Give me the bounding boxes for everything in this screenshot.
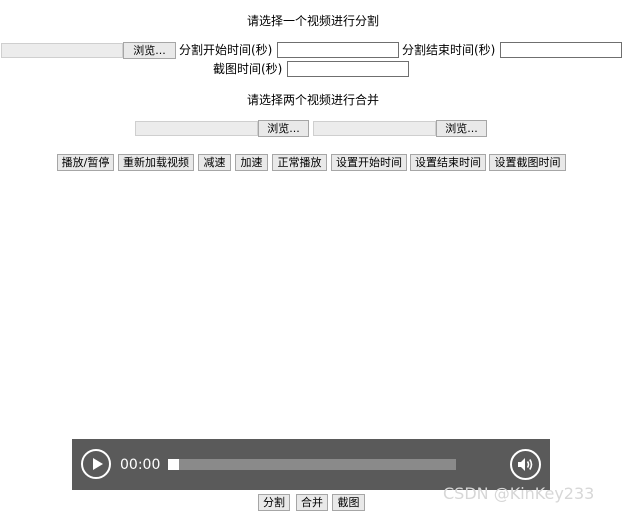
play-icon[interactable]: [81, 449, 111, 479]
set-start-time-button[interactable]: 设置开始时间: [331, 154, 407, 171]
merge-file2-path[interactable]: [313, 121, 436, 136]
merge-browse2-button[interactable]: 浏览...: [436, 120, 487, 137]
split-start-label: 分割开始时间(秒): [179, 43, 273, 57]
split-start-input[interactable]: [277, 42, 399, 58]
slow-down-button[interactable]: 减速: [198, 154, 231, 171]
split-browse-button[interactable]: 浏览...: [123, 42, 176, 59]
split-file-path[interactable]: [1, 43, 123, 58]
split-section-title: 请选择一个视频进行分割: [246, 14, 379, 28]
current-time: 00:00: [120, 457, 161, 473]
split-end-label: 分割结束时间(秒): [402, 43, 496, 57]
reload-video-button[interactable]: 重新加载视频: [118, 154, 194, 171]
seek-thumb[interactable]: [168, 459, 179, 470]
merge-section-title: 请选择两个视频进行合并: [246, 93, 379, 107]
split-end-input[interactable]: [500, 42, 622, 58]
split-button[interactable]: 分割: [258, 494, 290, 511]
set-end-time-button[interactable]: 设置结束时间: [410, 154, 486, 171]
set-screenshot-time-button[interactable]: 设置截图时间: [489, 154, 566, 171]
speed-up-button[interactable]: 加速: [235, 154, 268, 171]
seek-bar[interactable]: [179, 459, 456, 470]
volume-icon[interactable]: [510, 449, 541, 480]
screenshot-time-input[interactable]: [287, 61, 409, 77]
merge-file1-path[interactable]: [135, 121, 258, 136]
video-player[interactable]: 00:00: [72, 439, 550, 490]
merge-button[interactable]: 合并: [296, 494, 328, 511]
screenshot-time-label: 截图时间(秒): [213, 62, 283, 76]
merge-browse1-button[interactable]: 浏览...: [258, 120, 309, 137]
play-pause-button[interactable]: 播放/暂停: [57, 154, 114, 171]
screenshot-button[interactable]: 截图: [332, 494, 365, 511]
normal-speed-button[interactable]: 正常播放: [272, 154, 327, 171]
watermark: CSDN @KinKey233: [443, 484, 595, 503]
